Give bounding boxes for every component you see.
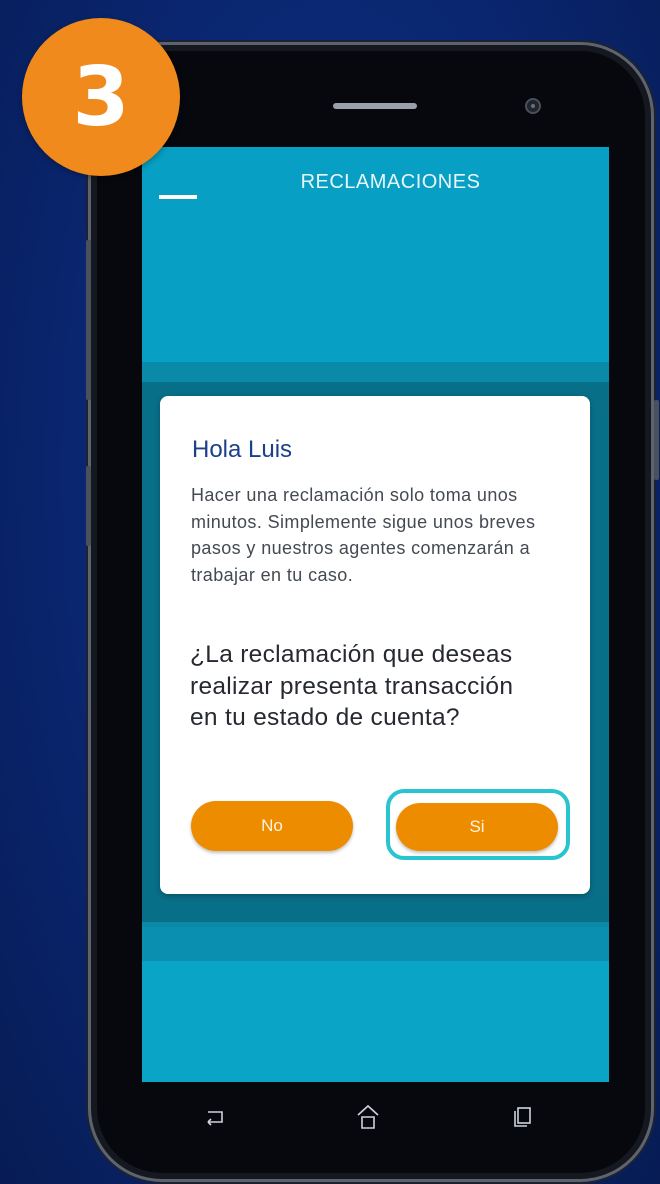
phone-side-button	[654, 400, 659, 480]
overlay-band	[142, 362, 609, 382]
front-camera	[525, 98, 541, 114]
phone-side-button	[86, 466, 91, 546]
menu-icon[interactable]	[159, 195, 197, 199]
dialog-question: ¿La reclamación que deseas realizar pres…	[190, 641, 514, 731]
phone-side-button	[86, 240, 91, 400]
overlay-band	[142, 927, 609, 961]
recent-apps-icon[interactable]	[508, 1102, 538, 1132]
system-nav-bar	[142, 1082, 609, 1154]
page-title: RECLAMACIONES	[300, 171, 481, 193]
dialog-intro-text: Hacer una reclamación solo toma unos min…	[191, 485, 536, 585]
dialog-greeting: Hola Luis	[192, 436, 293, 463]
phone-speaker	[333, 103, 417, 109]
yes-button-highlight	[386, 789, 570, 860]
screen-lower-area	[142, 961, 609, 1082]
home-icon[interactable]	[353, 1102, 383, 1132]
no-button[interactable]: No	[191, 801, 353, 851]
step-number-badge: 3	[22, 18, 180, 176]
back-icon[interactable]	[200, 1102, 230, 1132]
app-header: RECLAMACIONES	[142, 147, 609, 362]
